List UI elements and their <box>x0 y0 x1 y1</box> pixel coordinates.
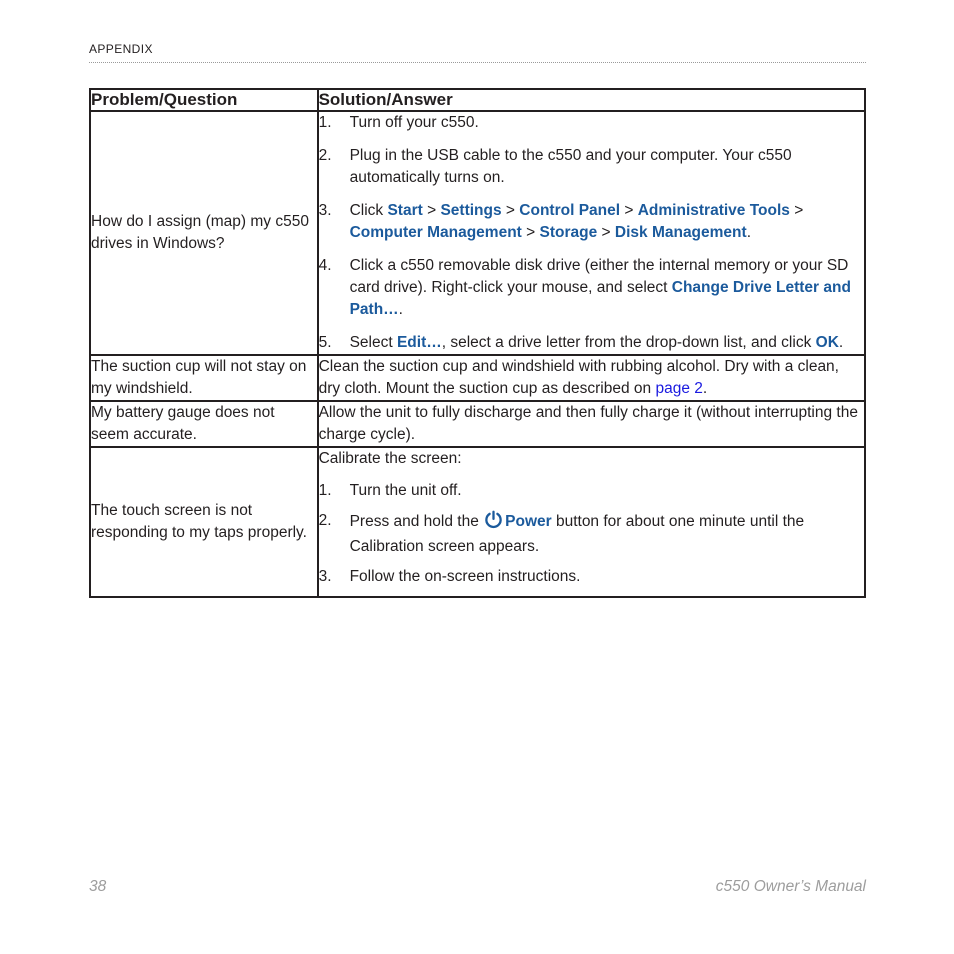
table-row: The touch screen is not responding to my… <box>89 446 867 598</box>
answer-cell: Allow the unit to fully discharge and th… <box>316 400 867 448</box>
menu-path-computer-management: Computer Management <box>349 224 522 241</box>
column-header-solution: Solution/Answer <box>316 88 867 112</box>
question-cell: The suction cup will not stay on my wind… <box>89 354 319 402</box>
manual-title: c550 Owner’s Manual <box>715 878 866 895</box>
path-separator: > <box>597 224 615 241</box>
answer-paragraph: Allow the unit to fully discharge and th… <box>318 404 858 443</box>
power-icon <box>484 510 503 536</box>
list-item: 2. Press and hold the Power button for ab… <box>319 510 864 558</box>
answer-cell: Calibrate the screen: 1. Turn the unit of… <box>316 446 867 598</box>
page-footer: 38 c550 Owner’s Manual <box>89 878 866 896</box>
answer-cell: 1. Turn off your c550. 2. Plug in the USB … <box>316 110 867 356</box>
path-separator: > <box>521 224 540 241</box>
list-item: 4. Click a c550 removable disk drive (eit… <box>319 255 864 321</box>
step-text: Follow the on-screen instructions. <box>349 568 581 585</box>
step-number: 5. <box>318 334 332 351</box>
step-number: 1. <box>318 114 332 131</box>
list-item: 3. Click Start > Settings > Control Panel… <box>319 200 864 244</box>
step-text-lead: Click <box>349 202 388 219</box>
path-separator: > <box>789 202 804 219</box>
answer-paragraph: Clean the suction cup and windshield wit… <box>319 356 864 400</box>
path-separator: > <box>422 202 441 219</box>
step-text-trail: . <box>838 334 844 351</box>
answer-text-trail: . <box>702 380 708 397</box>
menu-path-settings: Settings <box>440 202 502 219</box>
button-ok: OK <box>815 334 839 351</box>
list-item: 1. Turn the unit off. <box>319 480 864 502</box>
page-2-link[interactable]: page 2 <box>655 380 702 397</box>
menu-path-administrative-tools: Administrative Tools <box>637 202 790 219</box>
header-divider-rule <box>89 61 866 63</box>
menu-item-edit: Edit… <box>396 334 442 351</box>
step-number: 2. <box>318 512 332 529</box>
table-row: The suction cup will not stay on my wind… <box>89 354 867 402</box>
answer-intro: Calibrate the screen: <box>318 450 462 467</box>
step-text: Plug in the USB cable to the c550 and yo… <box>349 147 792 186</box>
step-text-lead: Select <box>349 334 397 351</box>
power-button-label: Power <box>505 513 552 530</box>
step-number: 1. <box>318 482 332 499</box>
step-number: 3. <box>318 568 332 585</box>
step-text-lead: Press and hold the <box>349 513 484 530</box>
table-header-row: Problem/Question Solution/Answer <box>89 88 867 112</box>
list-item: 3. Follow the on-screen instructions. <box>319 566 864 588</box>
step-number: 4. <box>318 257 332 274</box>
path-separator: > <box>620 202 638 219</box>
table-row: My battery gauge does not seem accurate.… <box>89 400 867 448</box>
list-item: 1. Turn off your c550. <box>319 112 864 134</box>
page-number: 38 <box>89 878 107 895</box>
table-row: How do I assign (map) my c550 drives in … <box>89 110 867 356</box>
menu-path-disk-management: Disk Management <box>614 224 747 241</box>
running-header-title: Appendix <box>89 39 153 57</box>
answer-cell: Clean the suction cup and windshield wit… <box>316 354 867 402</box>
step-text: Turn off your c550. <box>349 114 479 131</box>
step-list: 1. Turn the unit off. 2. Press and hold th… <box>319 480 864 588</box>
question-cell: The touch screen is not responding to my… <box>89 446 319 598</box>
list-item: 2. Plug in the USB cable to the c550 and … <box>319 145 864 189</box>
document-page: Appendix Problem/Question Solution/Answe… <box>0 0 954 954</box>
step-number: 3. <box>318 202 332 219</box>
step-number: 2. <box>318 147 332 164</box>
answer-text-lead: Clean the suction cup and windshield wit… <box>318 358 839 397</box>
column-header-problem: Problem/Question <box>89 88 319 112</box>
step-list: 1. Turn off your c550. 2. Plug in the USB … <box>319 112 864 354</box>
step-text: Turn the unit off. <box>349 482 462 499</box>
menu-path-start: Start <box>387 202 423 219</box>
step-text-trail: . <box>398 301 403 318</box>
step-text-mid: , select a drive letter from the drop-do… <box>441 334 816 351</box>
path-separator: > <box>501 202 520 219</box>
question-cell: My battery gauge does not seem accurate. <box>89 400 319 448</box>
running-header: Appendix <box>89 40 866 63</box>
faq-table: Problem/Question Solution/Answer How do … <box>89 88 867 598</box>
step-text-trail: . <box>746 224 751 241</box>
question-cell: How do I assign (map) my c550 drives in … <box>89 110 319 356</box>
menu-path-storage: Storage <box>539 224 598 241</box>
menu-path-control-panel: Control Panel <box>519 202 621 219</box>
list-item: 5. Select Edit…, select a drive letter fr… <box>319 332 864 354</box>
